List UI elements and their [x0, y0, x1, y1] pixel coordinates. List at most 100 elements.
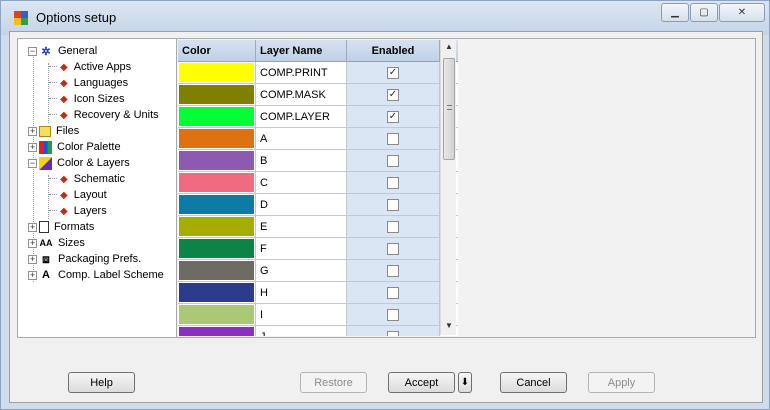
table-row[interactable]: G: [178, 260, 458, 282]
enabled-checkbox[interactable]: ✓: [387, 110, 399, 123]
expand-toggle[interactable]: +: [28, 142, 37, 152]
tree-item-label: Icon Sizes: [73, 93, 125, 105]
expand-toggle[interactable]: +: [28, 270, 37, 280]
column-header-color[interactable]: Color: [178, 40, 256, 61]
table-row[interactable]: F: [178, 238, 458, 260]
color-cell[interactable]: [178, 62, 256, 83]
tree-item-general[interactable]: − ✲ General: [28, 43, 97, 59]
enabled-checkbox[interactable]: [387, 264, 399, 277]
tree-item-layers[interactable]: ◆ Layers: [60, 203, 107, 219]
layer-name-cell[interactable]: J: [256, 326, 347, 336]
color-swatch: [179, 305, 254, 324]
layer-name-cell[interactable]: COMP.MASK: [256, 84, 347, 105]
color-cell[interactable]: [178, 194, 256, 215]
enabled-checkbox[interactable]: ✓: [387, 66, 399, 79]
layer-name-cell[interactable]: I: [256, 304, 347, 325]
minimize-button[interactable]: ▁: [661, 3, 689, 22]
color-cell[interactable]: [178, 84, 256, 105]
table-row[interactable]: B: [178, 150, 458, 172]
table-row[interactable]: COMP.MASK ✓: [178, 84, 458, 106]
column-header-enabled[interactable]: Enabled: [347, 40, 440, 61]
table-row[interactable]: E: [178, 216, 458, 238]
table-row[interactable]: I: [178, 304, 458, 326]
scroll-up-arrow-icon[interactable]: ▲: [445, 42, 453, 51]
enabled-checkbox[interactable]: [387, 330, 399, 336]
layer-name-cell[interactable]: C: [256, 172, 347, 193]
color-cell[interactable]: [178, 282, 256, 303]
layer-name-cell[interactable]: H: [256, 282, 347, 303]
tree-item-active-apps[interactable]: ◆ Active Apps: [60, 59, 131, 75]
scroll-down-arrow-icon[interactable]: ▼: [445, 321, 453, 330]
layer-name-cell[interactable]: F: [256, 238, 347, 259]
enabled-checkbox[interactable]: [387, 154, 399, 167]
help-button[interactable]: Help: [68, 372, 135, 393]
color-cell[interactable]: [178, 128, 256, 149]
tree-item-languages[interactable]: ◆ Languages: [60, 75, 128, 91]
enabled-checkbox[interactable]: [387, 220, 399, 233]
diamond-bullet-icon: ◆: [60, 61, 68, 73]
table-header: Color Layer Name Enabled: [178, 40, 458, 62]
cancel-button[interactable]: Cancel: [500, 372, 567, 393]
table-row[interactable]: C: [178, 172, 458, 194]
tree-item-color-layers[interactable]: − Color & Layers: [28, 155, 130, 171]
layer-name-cell[interactable]: B: [256, 150, 347, 171]
scroll-thumb[interactable]: [443, 58, 455, 160]
layers-table[interactable]: Color Layer Name Enabled COMP.PRINT ✓ COMP…: [178, 40, 458, 336]
tree-item-icon-sizes[interactable]: ◆ Icon Sizes: [60, 91, 124, 107]
layer-name-cell[interactable]: COMP.LAYER: [256, 106, 347, 127]
layer-name-cell[interactable]: G: [256, 260, 347, 281]
layer-name-cell[interactable]: D: [256, 194, 347, 215]
layer-name-cell[interactable]: A: [256, 128, 347, 149]
expand-toggle[interactable]: +: [28, 238, 37, 248]
tree-item-layout[interactable]: ◆ Layout: [60, 187, 107, 203]
tree-item-color-palette[interactable]: + Color Palette: [28, 139, 121, 155]
table-row[interactable]: J: [178, 326, 458, 336]
restore-button[interactable]: Restore: [300, 372, 367, 393]
tree-item-comp-label-scheme[interactable]: + A Comp. Label Scheme: [28, 267, 164, 283]
enabled-checkbox[interactable]: [387, 132, 399, 145]
tree-item-packaging-prefs[interactable]: + ⧈ Packaging Prefs.: [28, 251, 141, 267]
color-cell[interactable]: [178, 172, 256, 193]
tree-item-formats[interactable]: + Formats: [28, 219, 94, 235]
table-row[interactable]: COMP.PRINT ✓: [178, 62, 458, 84]
app-icon: [14, 11, 28, 25]
options-tree[interactable]: − ✲ General ◆ Active Apps ◆ Languages ◆ …: [17, 38, 182, 338]
collapse-toggle[interactable]: −: [28, 158, 37, 168]
enabled-checkbox[interactable]: [387, 242, 399, 255]
accept-dropdown-arrow-icon[interactable]: ⬇: [458, 372, 472, 393]
enabled-checkbox[interactable]: [387, 308, 399, 321]
table-row[interactable]: COMP.LAYER ✓: [178, 106, 458, 128]
color-cell[interactable]: [178, 150, 256, 171]
expand-toggle[interactable]: +: [28, 254, 37, 264]
apply-button[interactable]: Apply: [588, 372, 655, 393]
expand-toggle[interactable]: +: [28, 126, 37, 136]
maximize-button[interactable]: ▢: [690, 3, 718, 22]
layer-name-cell[interactable]: E: [256, 216, 347, 237]
tree-item-recovery-units[interactable]: ◆ Recovery & Units: [60, 107, 159, 123]
color-cell[interactable]: [178, 238, 256, 259]
tree-item-files[interactable]: + Files: [28, 123, 79, 139]
enabled-checkbox[interactable]: [387, 286, 399, 299]
table-row[interactable]: D: [178, 194, 458, 216]
color-cell[interactable]: [178, 260, 256, 281]
tree-item-schematic[interactable]: ◆ Schematic: [60, 171, 125, 187]
column-header-layer-name[interactable]: Layer Name: [256, 40, 347, 61]
table-row[interactable]: H: [178, 282, 458, 304]
tree-item-sizes[interactable]: + AA Sizes: [28, 235, 85, 251]
enabled-checkbox[interactable]: [387, 198, 399, 211]
layer-name-cell[interactable]: COMP.PRINT: [256, 62, 347, 83]
table-row[interactable]: A: [178, 128, 458, 150]
accept-button[interactable]: Accept: [388, 372, 455, 393]
enabled-checkbox[interactable]: [387, 176, 399, 189]
expand-toggle[interactable]: +: [28, 222, 37, 232]
collapse-toggle[interactable]: −: [28, 46, 37, 56]
table-scrollbar[interactable]: ▲ ▼: [440, 40, 456, 335]
color-cell[interactable]: [178, 304, 256, 325]
color-cell[interactable]: [178, 216, 256, 237]
title-bar[interactable]: Options setup ▁ ▢ ✕: [1, 1, 769, 35]
close-button[interactable]: ✕: [719, 3, 765, 22]
color-cell[interactable]: [178, 326, 256, 336]
color-cell[interactable]: [178, 106, 256, 127]
enabled-cell: [347, 326, 440, 336]
enabled-checkbox[interactable]: ✓: [387, 88, 399, 101]
